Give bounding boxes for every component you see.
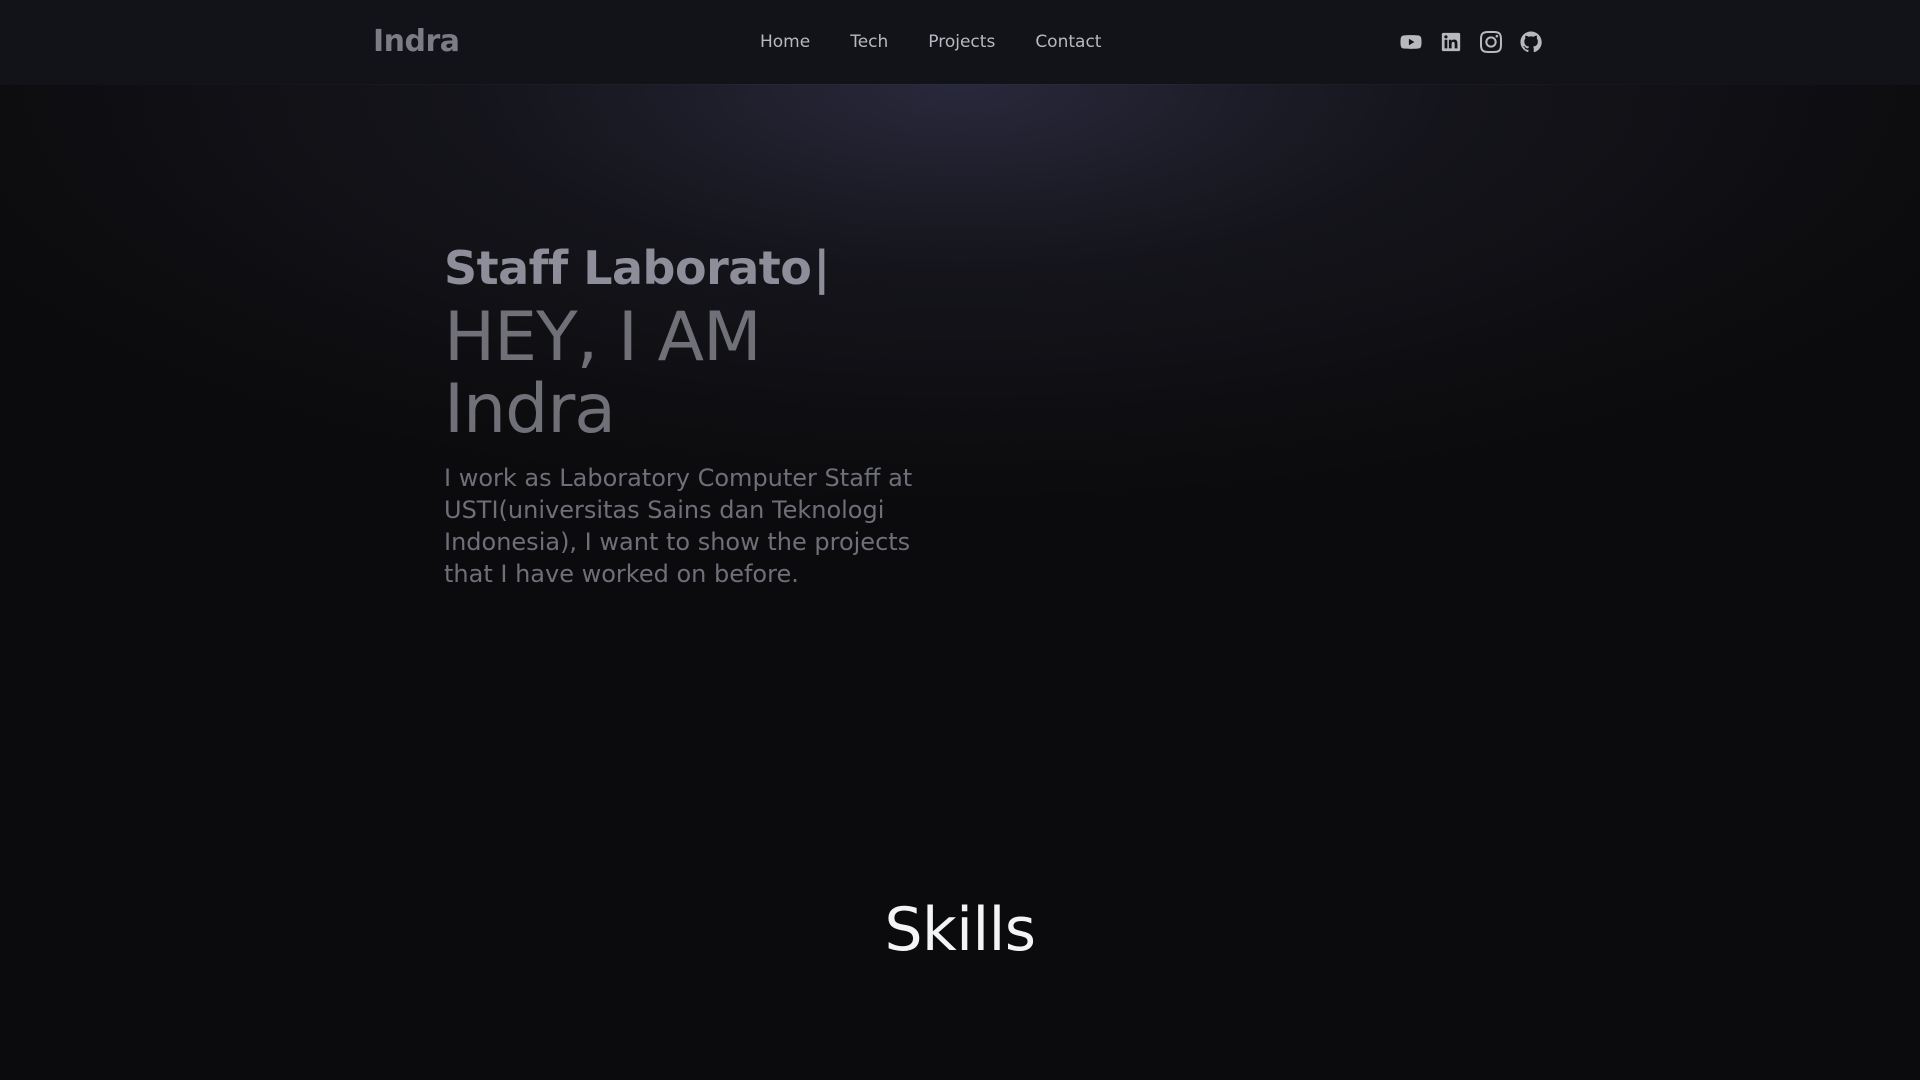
nav-link-contact[interactable]: Contact bbox=[1015, 24, 1121, 60]
hero-section: Staff Laborato| HEY, I AM Indra I work a… bbox=[444, 240, 944, 614]
page: Indra Home Tech Projects Contact Staff L… bbox=[0, 0, 1920, 1080]
typed-text: Staff Laborato bbox=[444, 241, 812, 295]
brand-logo[interactable]: Indra bbox=[373, 20, 460, 64]
github-icon[interactable] bbox=[1518, 29, 1544, 55]
nav-links: Home Tech Projects Contact bbox=[740, 22, 1121, 62]
typed-role-text: Staff Laborato| bbox=[444, 240, 944, 296]
nav-link-tech[interactable]: Tech bbox=[830, 24, 908, 60]
nav-link-home[interactable]: Home bbox=[740, 24, 830, 60]
instagram-icon[interactable] bbox=[1478, 29, 1504, 55]
nav-link-projects[interactable]: Projects bbox=[908, 24, 1015, 60]
typed-cursor: | bbox=[813, 241, 830, 295]
social-links bbox=[1398, 24, 1544, 60]
background-glow bbox=[0, 84, 1920, 684]
navbar: Indra Home Tech Projects Contact bbox=[0, 0, 1920, 84]
hero-intro: I work as Laboratory Computer Staff at U… bbox=[444, 464, 913, 588]
linkedin-icon[interactable] bbox=[1438, 29, 1464, 55]
hero-greeting: HEY, I AM bbox=[444, 298, 762, 377]
hero-name: Indra bbox=[444, 370, 616, 449]
skills-heading: Skills bbox=[884, 894, 1036, 965]
youtube-icon[interactable] bbox=[1398, 29, 1424, 55]
